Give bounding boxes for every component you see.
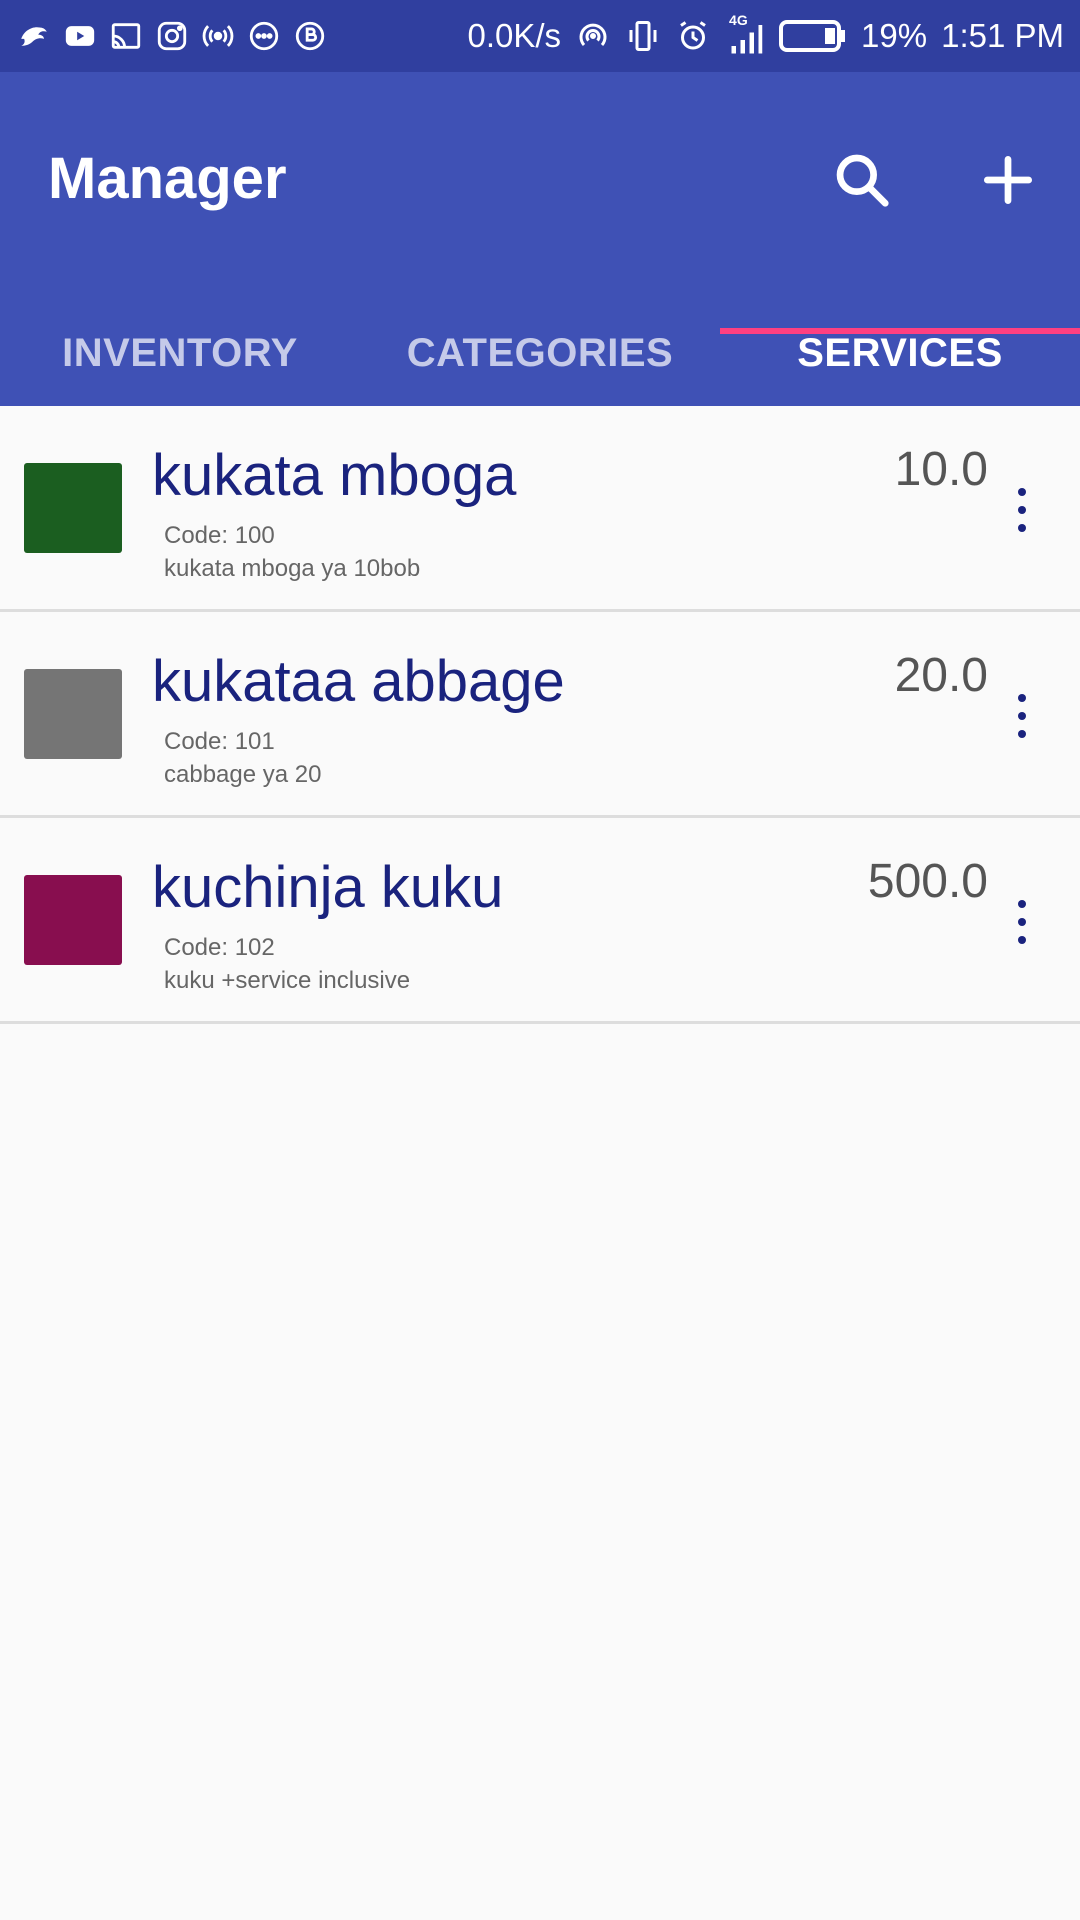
messenger-icon [246,18,282,54]
page-title: Manager [48,146,287,211]
service-code: Code: 102 [164,934,275,961]
vibrate-icon [629,21,657,51]
instagram-icon [154,18,190,54]
battery-icon [779,20,846,52]
hotspot-icon [200,18,236,54]
net-speed: 0.0K/s [467,17,562,54]
service-description: kuku +service inclusive [164,967,411,994]
list-item[interactable]: kuchinja kuku Code: 102 kuku +service in… [0,818,1080,1024]
wifi-hotspot-icon [579,23,607,46]
color-swatch [24,875,122,965]
tab-bar: INVENTORY CATEGORIES SERVICES [0,300,1080,406]
service-price: 10.0 [894,443,988,496]
status-bar: 0.0K/s 4G 19% 1:51 PM [0,0,1080,72]
more-options-icon[interactable] [1002,900,1042,944]
service-code: Code: 101 [164,728,275,755]
youtube-icon [62,18,98,54]
service-name: kuchinja kuku [152,855,504,920]
alarm-icon [680,21,706,50]
service-description: kukata mboga ya 10bob [164,555,421,582]
tab-services[interactable]: SERVICES [720,300,1080,406]
service-name: kukata mboga [152,443,517,508]
signal-icon: 4G [725,12,765,58]
clock: 1:51 PM [941,17,1064,54]
network-type-label: 4G [729,12,748,28]
list-item[interactable]: kukataa abbage Code: 101 cabbage ya 20 2… [0,612,1080,818]
battery-percent: 19% [861,17,928,54]
search-button[interactable] [824,142,900,218]
more-options-icon[interactable] [1002,694,1042,738]
service-code: Code: 100 [164,522,275,549]
service-price: 500.0 [867,855,988,908]
service-price: 20.0 [894,649,988,702]
service-description: cabbage ya 20 [164,761,322,788]
color-swatch [24,463,122,553]
tab-categories[interactable]: CATEGORIES [360,300,720,406]
color-swatch [24,669,122,759]
add-icon [983,155,1033,205]
list-item[interactable]: kukata mboga Code: 100 kukata mboga ya 1… [0,406,1080,612]
tab-inventory[interactable]: INVENTORY [0,300,360,406]
services-list: kukata mboga Code: 100 kukata mboga ya 1… [0,406,1080,1024]
cast-icon [108,18,144,54]
service-name: kukataa abbage [152,649,565,714]
system-status: 0.0K/s 4G 19% 1:51 PM [467,0,1064,72]
app-bar: Manager INVENTORY CATEGORIES SERVICES [0,72,1080,406]
more-options-icon[interactable] [1002,488,1042,532]
bird-app-icon [16,18,52,54]
add-button[interactable] [970,142,1046,218]
notification-icons [16,0,328,72]
b-app-icon [292,18,328,54]
search-icon [836,154,889,207]
tab-indicator [720,328,1080,334]
